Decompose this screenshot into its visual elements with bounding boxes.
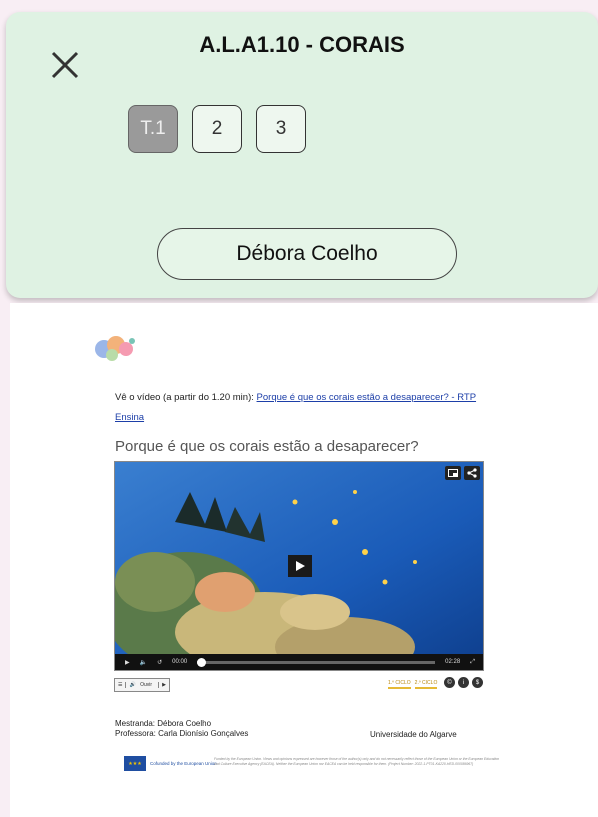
- project-logo-icon: [92, 331, 142, 371]
- university-name: Universidade do Algarve: [370, 730, 457, 739]
- footer-authors: Mestranda: Débora Coelho Professora: Car…: [115, 719, 248, 739]
- progress-bar[interactable]: [197, 657, 436, 667]
- license-icons: © i $: [444, 677, 483, 688]
- volume-icon[interactable]: 🔈: [140, 659, 147, 666]
- replay-icon[interactable]: ↺: [157, 659, 162, 666]
- page-title: A.L.A1.10 - CORAIS: [199, 32, 405, 57]
- cycle-badges: 1.º CICLO 2.º CICLO: [388, 680, 438, 689]
- video-title: Porque é que os corais estão a desaparec…: [115, 438, 419, 455]
- picture-in-picture-icon[interactable]: [445, 466, 461, 480]
- play-icon[interactable]: [288, 555, 312, 577]
- progress-knob[interactable]: [197, 657, 207, 667]
- eu-flag-icon: ★★★: [124, 756, 146, 771]
- tab-t1[interactable]: T.1: [128, 105, 178, 153]
- eu-text: Cofunded by the European Union: [150, 760, 217, 766]
- current-time: 00:00: [172, 659, 188, 665]
- mestranda-line: Mestranda: Débora Coelho: [115, 719, 212, 728]
- below-video-bar: ☰ 🔊 Ouvir ▶ 1.º CICLO 2.º CICLO © i $: [114, 677, 483, 692]
- share-icon[interactable]: [464, 466, 480, 480]
- attribution-icon: i: [458, 677, 469, 688]
- tab-3[interactable]: 3: [256, 105, 306, 153]
- intro-text: Vê o vídeo (a partir do 1.20 min):: [115, 392, 257, 403]
- cycle-2-badge: 2.º CICLO: [414, 680, 438, 689]
- eu-cofunded-logo: ★★★ Cofunded by the European Union: [124, 756, 217, 771]
- listen-toolbar[interactable]: ☰ 🔊 Ouvir ▶: [114, 678, 170, 692]
- video-controls: ▶ 🔈 ↺ 00:00 02:28 ⤢: [115, 654, 483, 670]
- duration: 02:28: [445, 659, 461, 665]
- cycle-1-badge: 1.º CICLO: [388, 680, 411, 689]
- play-button[interactable]: ▶: [125, 659, 130, 666]
- noncommercial-icon: $: [472, 677, 483, 688]
- professora-line: Professora: Carla Dionísio Gonçalves: [115, 729, 249, 738]
- cc-icon: ©: [444, 677, 455, 688]
- listen-button[interactable]: 🔊 Ouvir: [126, 682, 160, 688]
- menu-icon[interactable]: ☰: [115, 682, 127, 688]
- fullscreen-icon[interactable]: ⤢: [470, 659, 475, 666]
- video-player[interactable]: ▶ 🔈 ↺ 00:00 02:28 ⤢: [114, 461, 484, 671]
- student-name-button[interactable]: Débora Coelho: [157, 228, 457, 280]
- tab-2[interactable]: 2: [192, 105, 242, 153]
- intro-paragraph: Vê o vídeo (a partir do 1.20 min): Porqu…: [115, 388, 495, 428]
- funding-disclaimer: Funded by the European Union. Views and …: [214, 757, 500, 766]
- tab-bar: T.1 2 3: [128, 105, 306, 153]
- play-small-icon[interactable]: ▶: [159, 682, 169, 688]
